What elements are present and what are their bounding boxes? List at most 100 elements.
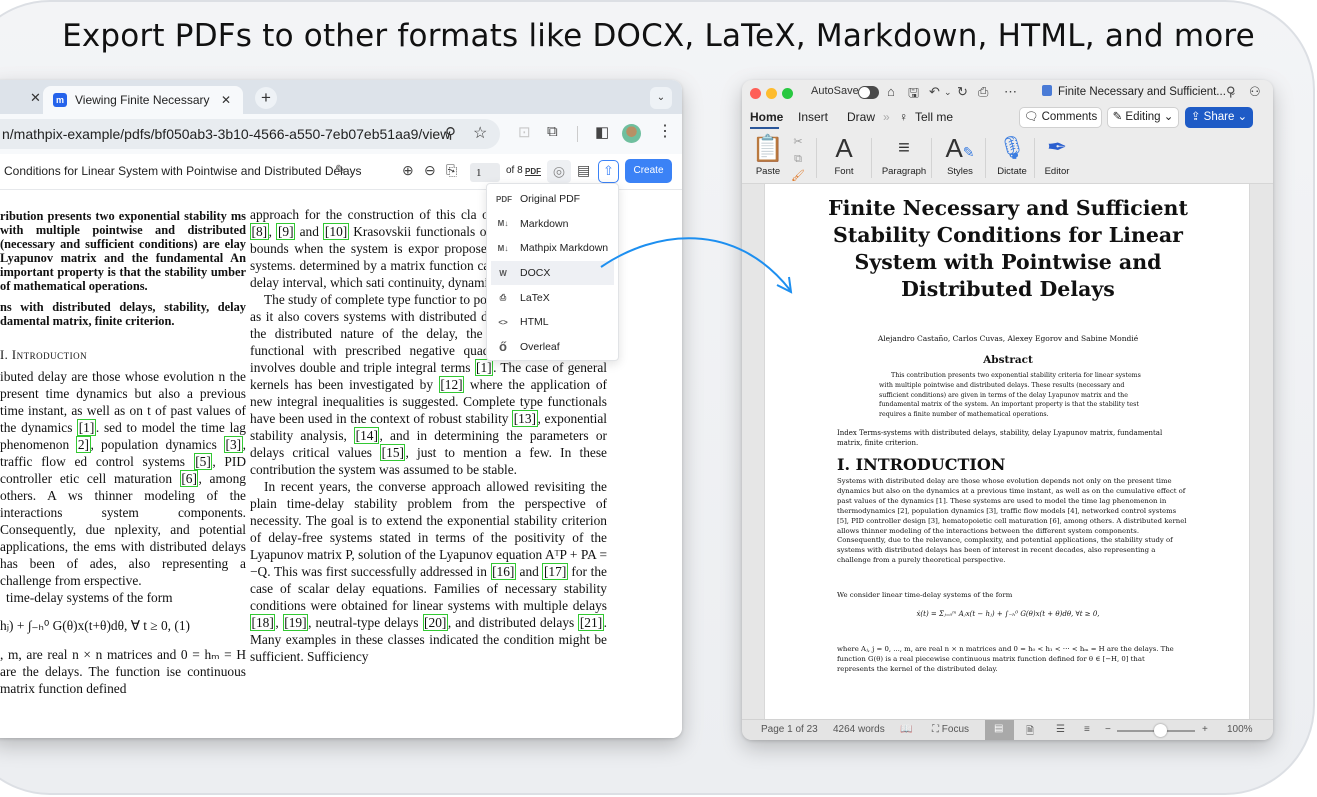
ribbon-font[interactable]: A Font [824,132,864,184]
tab-tell-me[interactable]: Tell me [915,110,953,124]
document-title: Conditions for Linear System with Pointw… [4,164,362,178]
create-button[interactable]: Create [625,159,672,183]
close-window-button[interactable] [750,88,761,99]
citation-link[interactable]: [1] [77,419,96,436]
pdf-view-icon[interactable]: PDF [522,160,544,183]
rotate-page-icon[interactable]: ⎘ [446,162,457,179]
focus-button[interactable]: ⛶ Focus [932,724,969,735]
tab-insert[interactable]: Insert [798,110,828,124]
ribbon-paragraph[interactable]: ≡ Paragraph [878,132,930,184]
people-icon[interactable]: ⚇ [1249,84,1261,100]
tab-home[interactable]: Home [750,110,783,124]
editing-button[interactable]: ✎ Editing ⌄ [1107,107,1179,128]
pdf-right-paragraph-3: In recent years, the converse approach a… [250,478,607,665]
save-icon[interactable]: 🖫 [908,84,919,106]
chevron-down-icon[interactable]: ⌄ [944,87,952,98]
proofing-icon[interactable]: 📖 [900,724,912,735]
zoom-in-icon[interactable]: ⊕ [402,162,414,179]
minimize-window-button[interactable] [766,88,777,99]
ribbon-styles[interactable]: A✎ Styles [938,132,982,184]
citation-link[interactable]: [15] [380,444,406,461]
share-button[interactable]: ⇪ Share ⌄ [1185,107,1253,128]
zoom-slider-thumb[interactable] [1154,724,1167,737]
zoom-level[interactable]: 100% [1227,724,1253,735]
tab-search-chevron-icon[interactable]: ⌄ [650,87,672,109]
zoom-out-icon[interactable]: ⊖ [424,162,436,179]
export-original-pdf[interactable]: PDF Original PDF [487,187,618,212]
ribbon-editor[interactable]: ✒ Editor [1039,132,1075,184]
new-tab-button[interactable]: + [255,87,277,109]
page-number-input[interactable] [470,163,500,182]
ribbon-dictate[interactable]: 🎙 Dictate [992,132,1032,184]
citation-link[interactable]: [21] [578,614,604,631]
undo-icon[interactable]: ↶ [929,84,940,100]
citation-link[interactable]: [1] [474,359,494,376]
zoom-magnifier-icon[interactable]: ⚲ [445,124,456,142]
citation-link[interactable]: [12] [438,376,465,393]
print-icon[interactable]: ⎙ [978,84,988,100]
more-tabs-icon[interactable]: » [883,110,890,124]
more-icon[interactable]: ⋯ [1004,84,1017,100]
more-menu-icon[interactable]: ⋮ [657,121,673,141]
format-painter-icon[interactable]: 🖌 [790,168,806,185]
document-filename[interactable]: Finite Necessary and Sufficient... ⌄ [1042,85,1237,98]
citation-link[interactable]: [18] [250,614,276,631]
styles-icon: A✎ [945,133,975,163]
redo-icon[interactable]: ↻ [957,84,968,100]
doc-intro-paragraph: Systems with distributed delay are those… [837,477,1187,565]
comments-button[interactable]: 🗨 Comments [1019,107,1102,128]
focus-label: Focus [941,724,970,735]
presentation-icon[interactable]: ▤ [577,162,590,179]
citation-link[interactable]: [5] [193,453,213,470]
side-panel-icon[interactable]: ◧ [595,123,609,141]
tab-draw[interactable]: Draw [847,110,875,124]
print-layout-view-button[interactable]: ▤ [985,720,1014,740]
url-input[interactable]: n/mathpix-example/pdfs/bf050ab3-3b10-456… [0,119,500,149]
citation-link[interactable]: [17] [542,563,568,580]
outline-view-icon[interactable]: ☰ [1056,724,1065,735]
close-tab-icon[interactable]: ✕ [30,90,41,106]
edit-title-icon[interactable]: ✎ [335,162,346,178]
close-tab-icon[interactable]: ✕ [221,93,231,107]
citation-link[interactable]: [16] [490,563,516,580]
citation-link[interactable]: [8] [250,223,269,240]
citation-link[interactable]: [9] [276,223,296,240]
document-page[interactable]: Finite Necessary and Sufficient Stabilit… [764,184,1250,719]
doc-section-heading: I. INTRODUCTION [837,455,1006,474]
export-upload-icon[interactable]: ⇧ [598,160,619,183]
export-html[interactable]: <> HTML [487,310,618,335]
profile-avatar[interactable] [622,124,641,143]
page-total: of 8 [506,165,523,176]
citation-link[interactable]: [19] [282,614,309,631]
citation-link[interactable]: [6] [179,470,199,487]
citation-link[interactable]: [3] [224,436,243,453]
maximize-window-button[interactable] [782,88,793,99]
autosave-toggle[interactable] [858,86,879,99]
page-count[interactable]: Page 1 of 23 [761,724,818,735]
bookmark-star-icon[interactable]: ☆ [473,123,487,143]
extensions-puzzle-icon[interactable]: ⧉ [547,123,558,140]
export-overleaf[interactable]: ő Overleaf [487,335,618,360]
web-layout-icon[interactable]: 🗎 [1026,724,1034,740]
draft-view-icon[interactable]: ≡ [1084,724,1090,735]
ribbon-paste[interactable]: 📋 Paste [748,132,788,184]
citation-link[interactable]: [20] [422,614,448,631]
eye-view-icon[interactable]: ◎ [547,160,571,183]
tab-active[interactable]: m Viewing Finite Necessary and Sufficien… [43,86,243,114]
status-bar: Page 1 of 23 4264 words 📖 ⛶ Focus ▤ 🗎 ☰ … [742,719,1273,740]
citation-link[interactable]: [10] [323,223,349,240]
cut-icon[interactable]: ✂ [790,134,806,151]
ribbon-divider [816,138,817,178]
citation-link[interactable]: [13] [512,410,538,427]
zoom-out-button[interactable]: − [1105,724,1111,735]
mathpix-extension-icon[interactable]: ⊡ [518,123,531,141]
paragraph-text: , neutral-type delays [308,615,423,630]
citation-link[interactable]: [14] [354,427,380,444]
zoom-in-button[interactable]: + [1202,724,1208,735]
copy-icon[interactable]: ⧉ [790,151,806,168]
search-icon[interactable]: ⚲ [1226,84,1236,100]
citation-link[interactable]: 2] [76,436,91,453]
word-count[interactable]: 4264 words [833,724,885,735]
url-text: n/mathpix-example/pdfs/bf050ab3-3b10-456… [2,126,451,142]
home-icon[interactable]: ⌂ [887,84,895,99]
